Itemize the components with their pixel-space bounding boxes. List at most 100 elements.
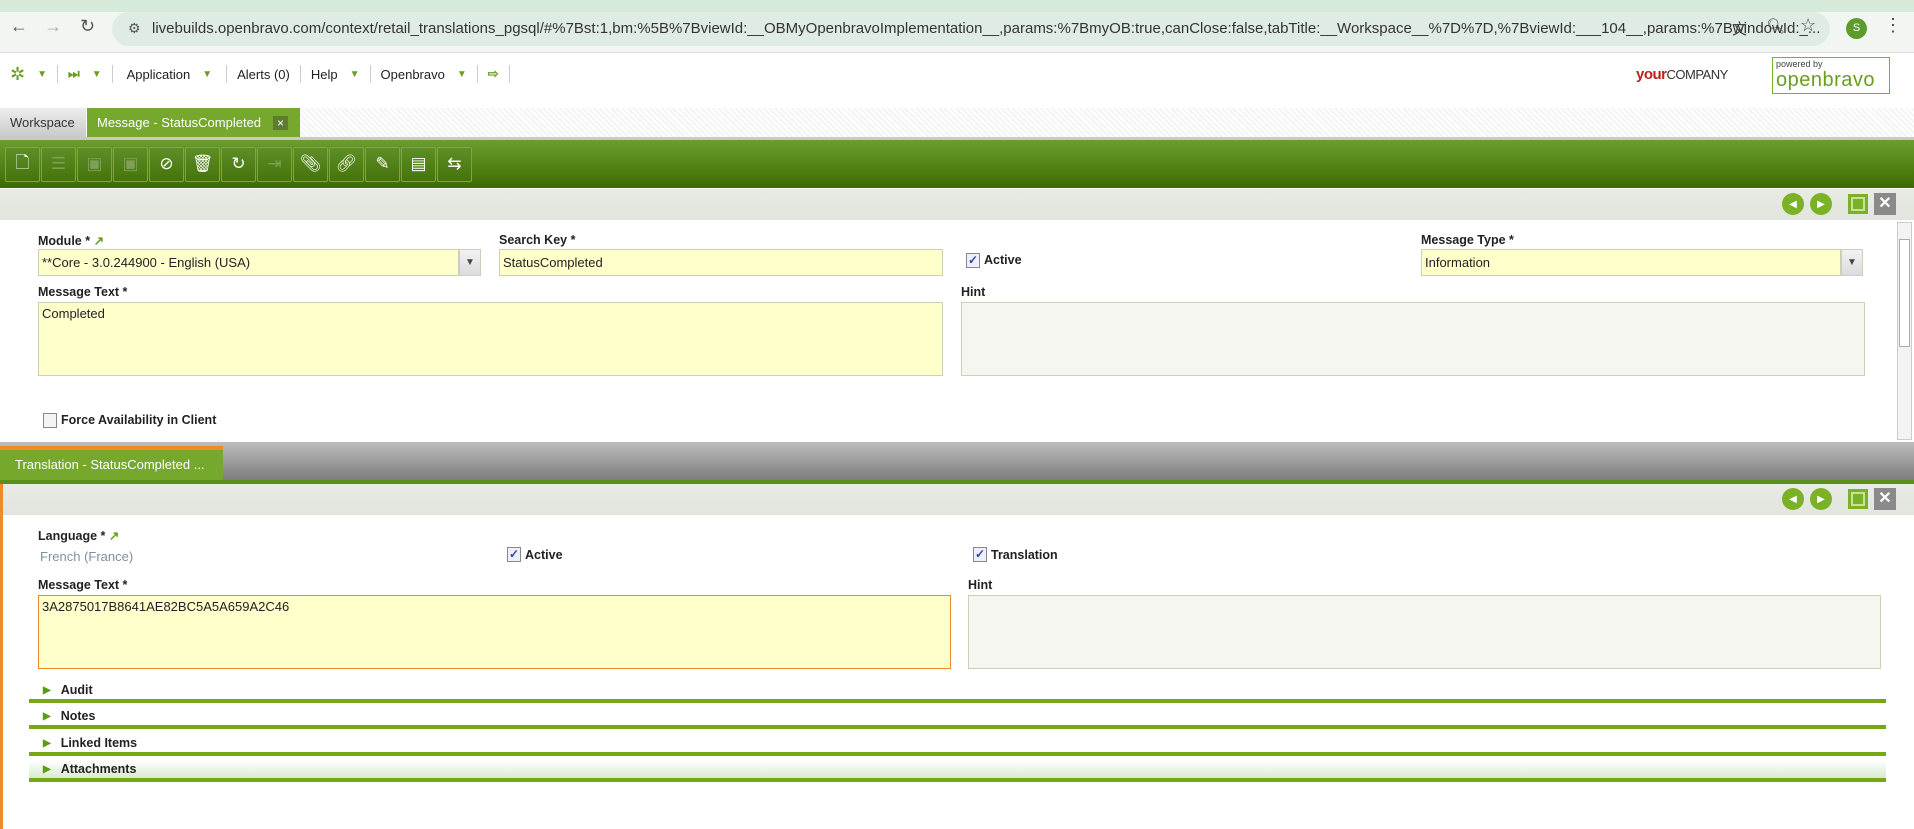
tab-close-icon[interactable]: ×: [273, 116, 289, 130]
paperclip-icon: 📎︎: [299, 154, 322, 173]
force-availability-checkbox[interactable]: [43, 413, 57, 428]
chevron-down-icon: ▼: [91, 68, 102, 80]
link-arrow-icon[interactable]: ↗: [94, 234, 104, 248]
alerts-link[interactable]: Alerts (0): [227, 65, 301, 83]
cancel-icon: ⊘: [159, 154, 174, 173]
form-scrollbar[interactable]: [1897, 222, 1912, 440]
zoom-icon[interactable]: 🔍︎: [1766, 17, 1785, 35]
chevron-down-icon: ▼: [37, 68, 47, 80]
powered-by-text: powered by: [1776, 59, 1823, 69]
expand-arrow-icon: ▶: [43, 763, 51, 775]
expand-arrow-icon: ▶: [43, 737, 51, 749]
child-record-nav: ◀ ▶ ✕: [1782, 488, 1896, 510]
undo-button[interactable]: ⊘: [149, 146, 184, 182]
message-type-select[interactable]: Information: [1421, 249, 1841, 276]
browser-menu-icon[interactable]: ⋮: [1884, 15, 1902, 36]
personalize-button[interactable]: ✎: [365, 146, 400, 182]
translate-icon[interactable]: 文: [1732, 18, 1747, 39]
chevron-down-icon[interactable]: ▼: [459, 249, 481, 276]
fast-forward-icon: ⏭: [68, 66, 80, 81]
tab-translation-label: Translation - StatusCompleted ...: [15, 457, 205, 472]
new-row-icon: ☰: [50, 154, 67, 173]
maximize-icon[interactable]: [1848, 194, 1868, 214]
section-notes[interactable]: ▶ Notes: [29, 707, 1886, 729]
section-audit[interactable]: ▶ Audit: [29, 681, 1886, 703]
expand-arrow-icon: ▶: [43, 684, 51, 696]
delete-button[interactable]: 🗑: [185, 146, 220, 182]
close-form-icon[interactable]: ✕: [1874, 193, 1896, 215]
asterisk-icon: ✲: [10, 63, 26, 84]
tab-workspace-label: Workspace: [10, 115, 75, 130]
tab-translation[interactable]: Translation - StatusCompleted ...: [0, 446, 223, 480]
quick-launch-menu[interactable]: ✲ ▼: [0, 63, 58, 84]
translation-checkbox-label: Translation: [991, 548, 1058, 562]
translation-active-label: Active: [525, 548, 563, 562]
forward-icon[interactable]: →: [44, 16, 62, 37]
scrollbar-thumb[interactable]: [1899, 239, 1910, 347]
record-nav: ◀ ▶ ✕: [1782, 193, 1896, 215]
translation-checkbox[interactable]: ✓: [973, 547, 987, 562]
layout-icon: ▤: [410, 154, 427, 173]
tab-message[interactable]: Message - StatusCompleted ×: [87, 108, 300, 138]
help-menu[interactable]: Help ▼: [301, 65, 371, 83]
translation-hint-input[interactable]: [968, 595, 1881, 669]
quick-create-menu[interactable]: ⏭ ▼: [58, 65, 113, 83]
bookmark-star-icon[interactable]: ☆: [1800, 15, 1816, 36]
save-close-icon: ▣: [122, 154, 139, 173]
grid-form-toggle-button[interactable]: ▤: [401, 146, 436, 182]
reload-icon[interactable]: ↻: [80, 16, 95, 37]
tab-workspace[interactable]: Workspace: [0, 108, 86, 138]
new-row-button[interactable]: ☰: [41, 146, 76, 182]
search-key-label: Search Key *: [499, 233, 576, 247]
address-bar[interactable]: livebuilds.openbravo.com/context/retail_…: [112, 12, 1830, 46]
openbravo-logo-text: openbravo: [1776, 69, 1876, 91]
expand-arrow-icon: ▶: [43, 710, 51, 722]
save-close-button[interactable]: ▣: [113, 146, 148, 182]
browser-tab-strip: [0, 0, 1914, 12]
translation-active-checkbox[interactable]: ✓: [507, 547, 521, 562]
link-arrow-icon[interactable]: ↗: [109, 529, 119, 543]
maximize-icon[interactable]: [1848, 489, 1868, 509]
hint-label: Hint: [961, 285, 986, 299]
alerts-label: Alerts (0): [237, 66, 290, 82]
child-form-header: ◀ ▶ ✕: [3, 484, 1914, 515]
language-label-text: Language *: [38, 529, 106, 543]
hint-input[interactable]: [961, 302, 1865, 376]
section-label: Audit: [60, 683, 93, 697]
link-button[interactable]: 🔗︎: [329, 146, 364, 182]
search-key-input[interactable]: StatusCompleted: [499, 249, 943, 276]
close-form-icon[interactable]: ✕: [1874, 488, 1896, 510]
section-label: Linked Items: [60, 736, 138, 750]
active-checkbox[interactable]: ✓: [966, 253, 980, 268]
chevron-down-icon[interactable]: ▼: [1841, 249, 1863, 276]
user-menu[interactable]: Openbravo ▼: [371, 65, 478, 83]
previous-record-icon[interactable]: ◀: [1782, 488, 1804, 510]
module-select[interactable]: **Core - 3.0.244900 - English (USA): [38, 249, 459, 276]
user-label: Openbravo: [380, 66, 445, 82]
new-document-button[interactable]: 🗋: [5, 146, 40, 182]
export-button[interactable]: ⇥: [257, 146, 292, 182]
refresh-button[interactable]: ↻: [221, 146, 256, 182]
logout-button[interactable]: ⇨: [478, 65, 510, 83]
save-button[interactable]: ▣: [77, 146, 112, 182]
language-value: French (France): [40, 549, 134, 564]
next-record-icon[interactable]: ▶: [1810, 488, 1832, 510]
section-label: Attachments: [60, 762, 137, 776]
translation-message-text-input[interactable]: 3A2875017B8641AE82BC5A5A659A2C46: [38, 595, 951, 669]
site-info-icon[interactable]: ⚙: [128, 20, 141, 37]
trash-icon: 🗑: [191, 154, 214, 173]
section-linked-items[interactable]: ▶ Linked Items: [29, 734, 1886, 756]
logo-your: your: [1636, 66, 1667, 83]
previous-record-icon[interactable]: ◀: [1782, 193, 1804, 215]
profile-avatar[interactable]: S: [1846, 18, 1867, 39]
chevron-down-icon: ▼: [456, 68, 467, 80]
section-attachments[interactable]: ▶ Attachments: [29, 760, 1886, 782]
back-icon[interactable]: ←: [10, 16, 28, 37]
next-record-icon[interactable]: ▶: [1810, 193, 1832, 215]
translation-hint-label: Hint: [968, 578, 993, 592]
message-text-input[interactable]: Completed: [38, 302, 943, 376]
attach-button[interactable]: 📎︎: [293, 146, 328, 182]
application-menu[interactable]: Application ▼: [113, 65, 228, 83]
toolbar: 🗋 ☰ ▣ ▣ ⊘ 🗑 ↻ ⇥ 📎︎ 🔗︎ ✎ ▤ ⇆: [0, 137, 1914, 188]
tree-button[interactable]: ⇆: [437, 146, 472, 182]
